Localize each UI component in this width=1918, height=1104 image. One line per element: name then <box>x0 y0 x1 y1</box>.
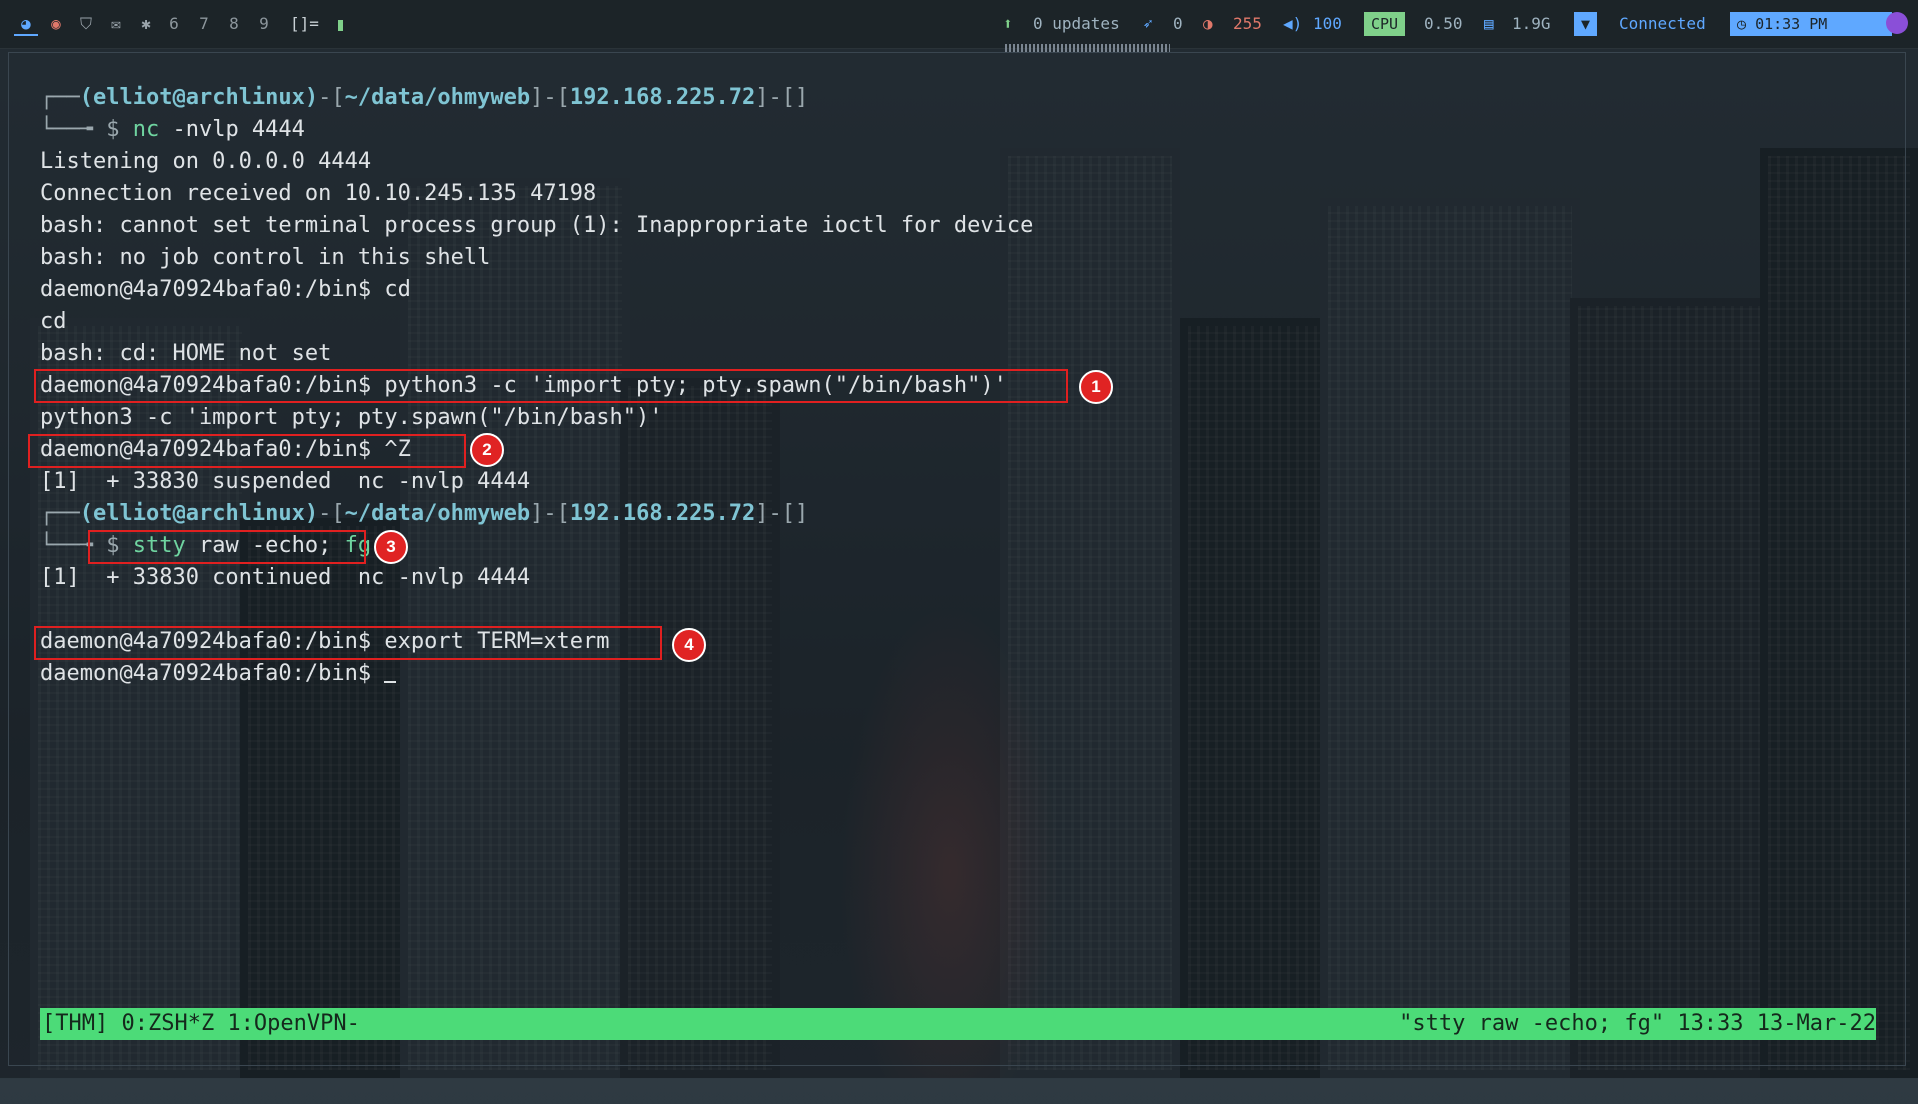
gear-icon[interactable]: ✱ <box>134 14 158 34</box>
prompt-bracket: [] <box>781 501 809 526</box>
prompt-command-line: └──╼ $ nc -nvlp 4444 <box>40 117 305 142</box>
volume-value[interactable]: 100 <box>1313 14 1342 34</box>
cpu-value: 0.50 <box>1424 14 1463 33</box>
step-badge-1: 1 <box>1079 370 1113 404</box>
window-indicator <box>338 20 343 31</box>
updates-icon: ⬆ <box>1003 14 1013 33</box>
prompt-user: (elliot@archlinux) <box>79 501 319 526</box>
workspace-8[interactable]: 8 <box>222 14 246 34</box>
step-badge-4: 4 <box>672 628 706 662</box>
memory-value: 1.9G <box>1512 14 1551 33</box>
highlight-box-4 <box>34 626 662 660</box>
progress-dots <box>1005 44 1170 52</box>
brightness-value[interactable]: 255 <box>1233 14 1262 34</box>
prompt-header: ┌──(elliot@archlinux)-[~/data/ohmyweb]-[… <box>40 501 809 526</box>
text-cursor <box>384 661 397 683</box>
power-menu-icon[interactable] <box>1886 12 1908 34</box>
workspace-6[interactable]: 6 <box>162 14 186 34</box>
prompt-ip: 192.168.225.72 <box>569 501 756 526</box>
output-line: bash: cannot set terminal process group … <box>40 213 1034 238</box>
top-status-bar: ◕ ◉ ⛉ ✉ ✱ 6 7 8 9 []= ⬆ 0 updates ➶ 0 ◑ … <box>0 0 1918 52</box>
brightness-icon: ◑ <box>1203 14 1213 33</box>
clock-value: 01:33 PM <box>1755 15 1828 33</box>
workspace-7[interactable]: 7 <box>192 14 216 34</box>
plugin-count: 0 <box>1173 14 1183 33</box>
output-line: cd <box>40 309 67 334</box>
prompt-ip: 192.168.225.72 <box>569 85 756 110</box>
current-prompt-text: daemon@4a70924bafa0:/bin$ <box>40 661 385 686</box>
highlight-box-2 <box>28 434 466 468</box>
highlight-box-3 <box>88 530 366 564</box>
output-line: Connection received on 10.10.245.135 471… <box>40 181 597 206</box>
output-line: Listening on 0.0.0.0 4444 <box>40 149 372 174</box>
command-args: -nvlp 4444 <box>159 117 305 142</box>
highlight-box-1 <box>34 369 1068 403</box>
tmux-window-list[interactable]: [THM] 0:ZSH*Z 1:OpenVPN- <box>42 1008 360 1040</box>
command-name: nc <box>132 117 160 142</box>
memory-icon: ▤ <box>1484 14 1494 33</box>
browser-icon[interactable]: ◉ <box>44 14 68 34</box>
prompt-path: ~/data/ohmyweb <box>344 85 531 110</box>
prompt-bracket: [] <box>781 85 809 110</box>
workspace-arch-icon[interactable]: ◕ <box>14 14 38 36</box>
cpu-label: CPU <box>1364 12 1406 36</box>
output-line: python3 -c 'import pty; pty.spawn("/bin/… <box>40 405 663 430</box>
output-line: bash: no job control in this shell <box>40 245 491 270</box>
step-badge-3: 3 <box>374 530 408 564</box>
prompt-path: ~/data/ohmyweb <box>344 501 531 526</box>
rocket-icon: ➶ <box>1143 14 1153 33</box>
layout-indicator[interactable]: []= <box>290 14 319 34</box>
output-line: [1] + 33830 continued nc -nvlp 4444 <box>40 565 531 590</box>
tmux-status-right: "stty raw -echo; fg" 13:33 13-Mar-22 <box>1399 1011 1876 1036</box>
mail-icon[interactable]: ✉ <box>104 14 128 34</box>
prompt-user: (elliot@archlinux) <box>79 85 319 110</box>
clock-icon: ◷ <box>1737 15 1756 33</box>
output-line: daemon@4a70924bafa0:/bin$ cd <box>40 277 411 302</box>
step-badge-2: 2 <box>470 433 504 467</box>
updates-count[interactable]: 0 updates <box>1033 14 1120 34</box>
prompt-header: ┌──(elliot@archlinux)-[~/data/ohmyweb]-[… <box>40 85 809 110</box>
workspace-9[interactable]: 9 <box>252 14 276 34</box>
tmux-status-bar: [THM] 0:ZSH*Z 1:OpenVPN- "stty raw -echo… <box>40 1008 1876 1040</box>
current-prompt[interactable]: daemon@4a70924bafa0:/bin$ <box>40 658 1900 690</box>
volume-icon: ◀) <box>1283 14 1303 33</box>
output-line: bash: cd: HOME not set <box>40 341 332 366</box>
shield-icon[interactable]: ⛉ <box>74 14 98 34</box>
output-line: [1] + 33830 suspended nc -nvlp 4444 <box>40 469 531 494</box>
clock[interactable]: ◷ 01:33 PM <box>1730 12 1892 36</box>
network-icon: ▼ <box>1574 12 1598 36</box>
network-status[interactable]: Connected <box>1619 14 1706 34</box>
